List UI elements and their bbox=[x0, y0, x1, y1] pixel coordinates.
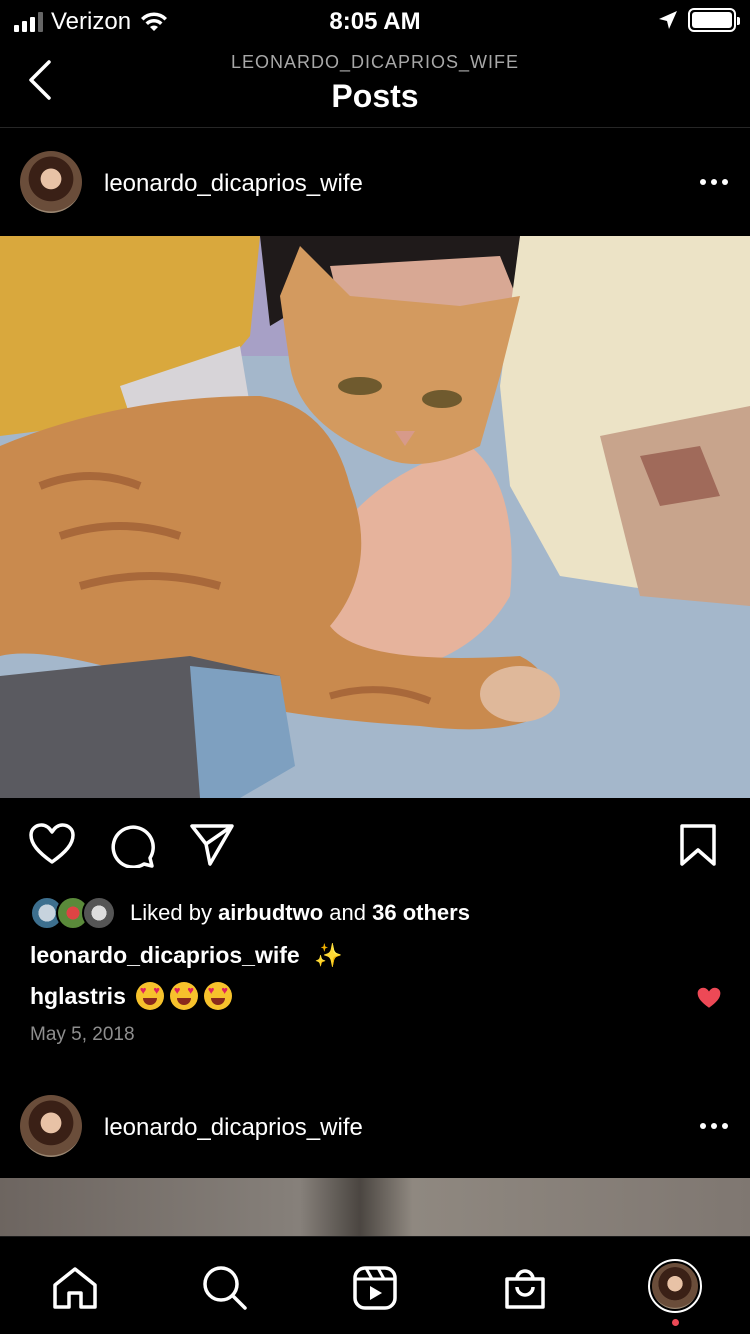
tab-shop[interactable] bbox=[500, 1263, 550, 1313]
more-options-button[interactable] bbox=[700, 179, 728, 185]
tab-home[interactable] bbox=[50, 1263, 100, 1313]
page-title: Posts bbox=[331, 78, 419, 114]
tab-profile[interactable] bbox=[648, 1259, 702, 1313]
post-actions bbox=[0, 806, 750, 886]
next-post-header: leonardo_dicaprios_wife bbox=[0, 1074, 750, 1178]
send-icon bbox=[190, 824, 234, 866]
save-button[interactable] bbox=[678, 822, 718, 873]
comment-button[interactable] bbox=[108, 822, 156, 873]
avatar[interactable] bbox=[20, 151, 82, 213]
filled-heart-icon bbox=[697, 987, 721, 1008]
cat-photo-illustration bbox=[0, 236, 750, 798]
tab-bar bbox=[0, 1236, 750, 1334]
liker-avatars bbox=[30, 896, 120, 930]
post-username[interactable]: leonardo_dicaprios_wife bbox=[104, 1114, 363, 1142]
comment-username[interactable]: hglastris bbox=[30, 983, 126, 1010]
nav-subtitle: LEONARDO_DICAPRIOS_WIFE bbox=[230, 52, 520, 72]
likes-others[interactable]: 36 others bbox=[372, 900, 470, 926]
location-icon bbox=[659, 11, 677, 29]
share-button[interactable] bbox=[188, 822, 236, 873]
likes-row[interactable]: Liked by airbudtwo and 36 others bbox=[30, 896, 470, 930]
shop-icon bbox=[505, 1269, 545, 1309]
caption: leonardo_dicaprios_wife ✨ bbox=[30, 942, 343, 969]
nav-header: LEONARDO_DICAPRIOS_WIFE Posts bbox=[0, 42, 750, 128]
caption-text: ✨ bbox=[314, 942, 343, 968]
comment-icon bbox=[111, 825, 155, 869]
bookmark-icon bbox=[680, 824, 716, 866]
post-username[interactable]: leonardo_dicaprios_wife bbox=[104, 170, 363, 198]
avatar[interactable] bbox=[20, 1095, 82, 1157]
home-icon bbox=[53, 1267, 97, 1309]
likes-prefix: Liked by bbox=[130, 900, 219, 925]
battery-icon bbox=[688, 8, 740, 32]
next-post-photo[interactable] bbox=[0, 1178, 750, 1238]
tab-search[interactable] bbox=[200, 1263, 250, 1313]
heart-icon bbox=[29, 823, 75, 864]
comment-like-button[interactable] bbox=[696, 986, 722, 1015]
likes-middle: and bbox=[323, 900, 373, 925]
more-options-button[interactable] bbox=[700, 1123, 728, 1129]
notification-dot bbox=[672, 1319, 679, 1326]
heart-eyes-emoji-icon bbox=[169, 982, 198, 1010]
post-photo[interactable] bbox=[0, 236, 750, 798]
post-date: May 5, 2018 bbox=[30, 1024, 135, 1045]
caption-username[interactable]: leonardo_dicaprios_wife bbox=[30, 942, 300, 968]
like-button[interactable] bbox=[28, 822, 76, 871]
profile-avatar bbox=[652, 1263, 698, 1309]
heart-eyes-emoji-icon bbox=[203, 982, 232, 1010]
tab-reels[interactable] bbox=[350, 1263, 400, 1313]
post-header: leonardo_dicaprios_wife bbox=[0, 130, 750, 234]
comment: hglastris bbox=[30, 982, 238, 1010]
status-time: 8:05 AM bbox=[329, 8, 421, 35]
search-icon bbox=[203, 1266, 247, 1310]
reels-icon bbox=[353, 1266, 397, 1310]
heart-eyes-emoji-icon bbox=[135, 982, 164, 1010]
liked-by-user[interactable]: airbudtwo bbox=[218, 900, 323, 926]
status-bar: Verizon 8:05 AM bbox=[0, 0, 750, 42]
